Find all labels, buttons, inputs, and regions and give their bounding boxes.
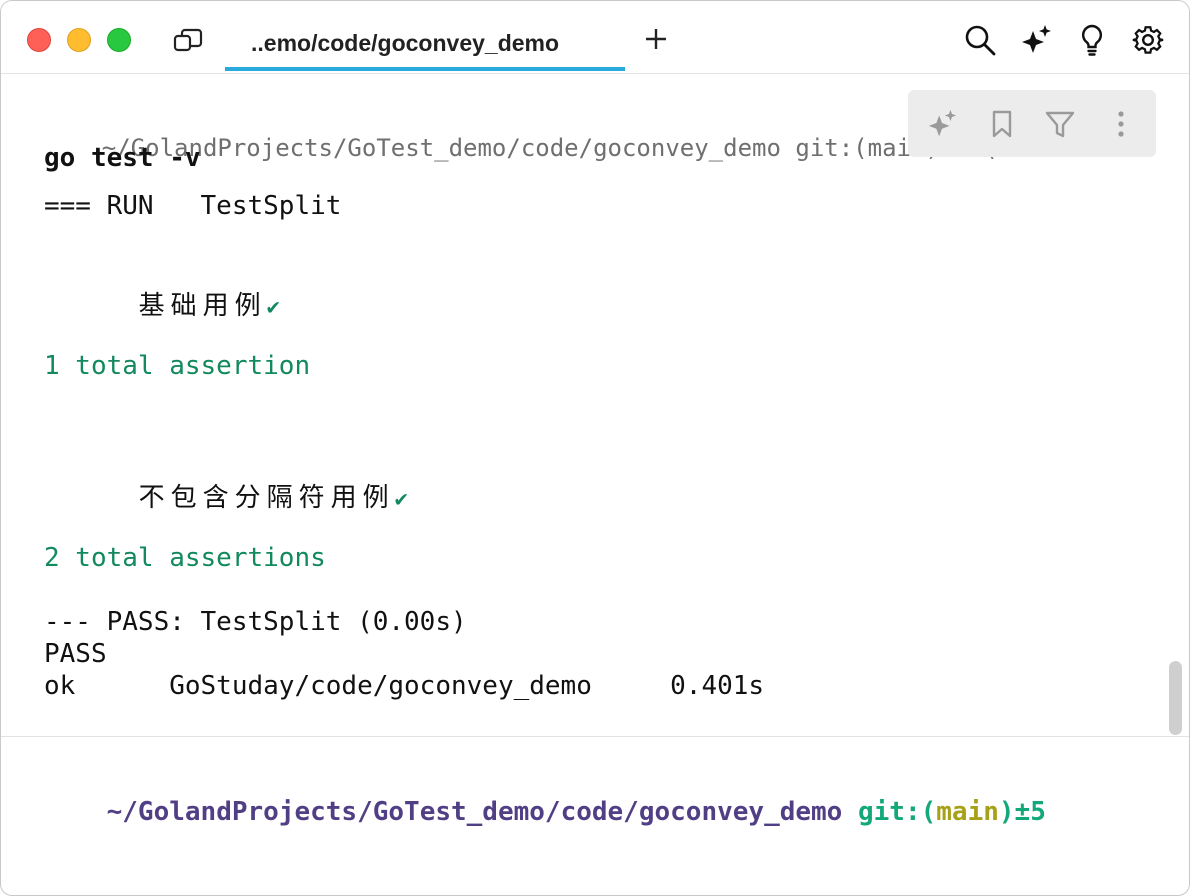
- input-divider: [1, 736, 1189, 737]
- tab-active-indicator: [225, 67, 625, 71]
- check-icon: ✔: [266, 295, 280, 320]
- input-prompt[interactable]: ~/GolandProjects/GoTest_demo/code/goconv…: [44, 767, 1046, 857]
- prompt-git-suffix: )±5: [998, 797, 1046, 827]
- tab-active[interactable]: ..emo/code/goconvey_demo: [225, 15, 625, 71]
- sparkle-icon[interactable]: [1017, 21, 1055, 59]
- block-toolbar: [908, 90, 1156, 157]
- title-bar: ..emo/code/goconvey_demo: [1, 1, 1189, 74]
- pass-summary-line: --- PASS: TestSplit (0.00s): [44, 607, 467, 637]
- pass-line: PASS: [44, 639, 107, 669]
- previous-prompt-path: ~/GolandProjects/GoTest_demo/code/goconv…: [101, 134, 781, 162]
- scrollbar-thumb[interactable]: [1169, 661, 1182, 735]
- zoom-window-button[interactable]: [107, 28, 131, 52]
- assertion-count-2: 2 total assertions: [44, 543, 326, 573]
- prompt-branch: main: [936, 797, 999, 827]
- assertion-count-1: 1 total assertion: [44, 351, 311, 381]
- tab-title: ..emo/code/goconvey_demo: [251, 29, 560, 56]
- command-line: go test -v: [44, 143, 201, 173]
- test-case-1-label: 基础用例: [138, 291, 267, 321]
- prompt-git-prefix: git:(: [842, 797, 937, 827]
- run-line: === RUN TestSplit: [44, 191, 342, 221]
- sidebar-toggle-icon[interactable]: [171, 25, 205, 55]
- prompt-path: ~/GolandProjects/GoTest_demo/code/goconv…: [106, 797, 843, 827]
- test-case-2-label: 不包含分隔符用例: [138, 483, 395, 513]
- test-case-2: 不包含分隔符用例✔: [76, 447, 408, 544]
- new-tab-icon[interactable]: [641, 24, 671, 54]
- more-vertical-icon[interactable]: [1106, 106, 1136, 142]
- filter-icon[interactable]: [1042, 106, 1078, 142]
- ok-line: ok GoStuday/code/goconvey_demo 0.401s: [44, 671, 765, 701]
- bookmark-icon[interactable]: [986, 106, 1018, 142]
- terminal-window: ..emo/code/goconvey_demo ~/GolandProject…: [0, 0, 1190, 896]
- close-window-button[interactable]: [27, 28, 51, 52]
- minimize-window-button[interactable]: [67, 28, 91, 52]
- search-icon[interactable]: [961, 21, 999, 59]
- test-case-1: 基础用例✔: [76, 255, 280, 352]
- check-icon: ✔: [394, 487, 408, 512]
- gear-icon[interactable]: [1129, 21, 1167, 59]
- sparkle-icon[interactable]: [924, 106, 960, 142]
- lightbulb-icon[interactable]: [1075, 21, 1109, 59]
